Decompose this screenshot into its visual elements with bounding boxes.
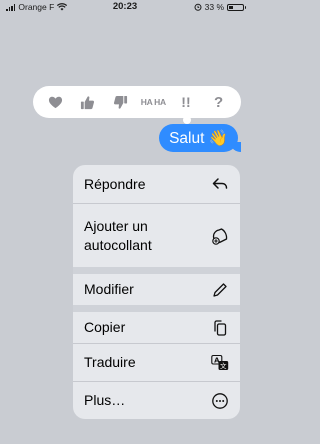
menu-item-label: Plus… <box>84 392 126 408</box>
reaction-thumbs-down[interactable] <box>108 90 134 114</box>
menu-item-label: Copier <box>84 319 126 335</box>
more-icon <box>211 392 229 410</box>
menu-item-label: Traduire <box>84 354 136 370</box>
status-right: 33 % <box>194 2 246 12</box>
menu-item-translate[interactable]: Traduire A 文 <box>73 343 240 381</box>
menu-item-copy[interactable]: Copier <box>73 305 240 343</box>
menu-item-reply[interactable]: Répondre <box>73 165 240 203</box>
context-menu: Répondre Ajouter un autocollant Modifier… <box>73 165 240 419</box>
sticker-icon <box>211 227 229 245</box>
alarm-icon <box>194 3 202 11</box>
pencil-icon <box>211 281 229 299</box>
svg-text:文: 文 <box>220 361 227 370</box>
message-text: Salut 👋 <box>169 129 228 147</box>
reaction-thumbs-up[interactable] <box>75 90 101 114</box>
reply-icon <box>211 175 229 193</box>
heart-icon <box>48 96 62 108</box>
menu-item-add-sticker[interactable]: Ajouter un autocollant <box>73 203 240 267</box>
question-label: ? <box>214 93 224 111</box>
battery-percent: 33 % <box>204 2 224 12</box>
tapback-bar: HA HA !! ? <box>33 86 241 129</box>
emphasize-label: !! <box>181 94 191 110</box>
menu-item-label: Répondre <box>84 175 146 192</box>
message-bubble[interactable]: Salut 👋 <box>159 124 241 152</box>
menu-item-label: Modifier <box>84 281 134 297</box>
thumbs-up-icon <box>81 95 95 109</box>
reaction-emphasize[interactable]: !! <box>173 90 199 114</box>
menu-item-label: Ajouter un autocollant <box>84 217 152 253</box>
battery-icon <box>227 3 246 11</box>
reaction-heart[interactable] <box>42 90 68 114</box>
translate-icon: A 文 <box>211 354 229 372</box>
menu-item-edit[interactable]: Modifier <box>73 267 240 305</box>
copy-icon <box>211 319 229 337</box>
reaction-question[interactable]: ? <box>206 90 232 114</box>
thumbs-down-icon <box>114 95 128 109</box>
reaction-haha[interactable]: HA HA <box>140 90 166 114</box>
menu-item-more[interactable]: Plus… <box>73 381 240 419</box>
status-bar: Orange F 20:23 33 % <box>0 0 250 14</box>
haha-label: HA HA <box>140 97 166 107</box>
